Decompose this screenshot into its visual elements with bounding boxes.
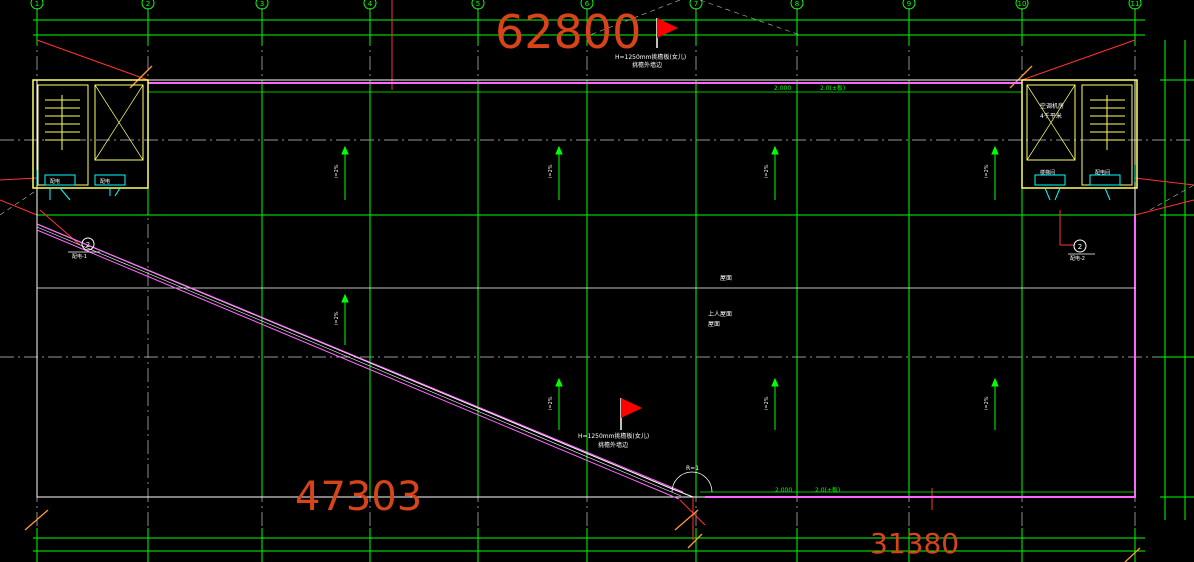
arc-label: R=1	[686, 465, 699, 472]
cad-drawing-canvas[interactable]: 1 2 3 4 5 6 7 8 9 10 11 配电 配电 楼梯间 配电间 空调…	[0, 0, 1194, 562]
gutter-label: 2.000	[775, 487, 792, 494]
dimension-ticks	[24, 65, 1141, 562]
axis-label: 7	[694, 0, 698, 8]
slope-label: i=2%	[548, 164, 554, 178]
slope-label: i=2%	[334, 164, 340, 178]
stair-label: 配电间	[1095, 169, 1110, 176]
axis-bubble: 3	[255, 0, 269, 10]
gutter-label: 2.0(±板)	[815, 486, 840, 494]
room-label: 空调机房	[1040, 102, 1064, 110]
axis-bubble: 2	[141, 0, 155, 10]
roof-note: 屋面	[708, 321, 720, 328]
room-label-sub: 4千平米	[1040, 112, 1062, 120]
dimension-total-top: 62800	[495, 5, 641, 59]
right-stair-core: 楼梯间 配电间 空调机房 4千平米	[1021, 79, 1138, 189]
slope-label: i=2%	[764, 164, 770, 178]
dimension-bottom-left: 47303	[295, 474, 422, 520]
axis-bubble: 4	[363, 0, 377, 10]
corner-arc	[671, 471, 713, 493]
stair-label: 配电	[100, 178, 110, 185]
axis-bubble: 7	[689, 0, 703, 10]
axis-bubble: 9	[902, 0, 916, 10]
gutter-label: 2.000	[774, 85, 791, 92]
axis-label: 5	[476, 0, 480, 8]
balloon-number: 2	[86, 241, 90, 249]
floor-plan-drawing: 1 2 3 4 5 6 7 8 9 10 11 配电 配电 楼梯间 配电间 空调…	[0, 0, 1194, 562]
door-markers	[36, 165, 1136, 201]
dimension-grid	[33, 12, 1194, 562]
diagonal-parapet	[36, 223, 684, 500]
slope-label: i=2%	[334, 311, 340, 325]
flag-icon	[656, 18, 678, 48]
detail-balloon[interactable]: 2 配电-2	[1068, 239, 1095, 262]
axis-bubble: 10	[1015, 0, 1029, 10]
balloon-sub: 配电-1	[72, 253, 87, 260]
slope-label: i=2%	[984, 396, 990, 410]
detail-balloon[interactable]: 2 配电-1	[68, 237, 100, 260]
projection-lines	[0, 0, 1194, 540]
slope-label: i=2%	[548, 396, 554, 410]
axis-bubble: 5	[471, 0, 485, 10]
annotations: H=1250mm挑檐板(女儿) 挑檐外墙边 H=1250mm挑檐板(女儿) 挑檐…	[578, 53, 845, 494]
axis-bubble: 11	[1128, 0, 1142, 10]
axis-label: 4	[368, 0, 373, 8]
flag-note-sub: 挑檐外墙边	[632, 61, 662, 69]
roof-label: 屋面	[720, 275, 732, 282]
axis-label: 11	[1131, 0, 1140, 8]
axis-label: 9	[907, 0, 911, 8]
dimension-bottom-right: 31380	[870, 527, 959, 560]
left-stair-core: 配电 配电	[32, 79, 149, 189]
axis-label: 1	[35, 0, 39, 8]
axis-label: 2	[146, 0, 150, 8]
axis-label: 3	[260, 0, 264, 8]
axis-label: 10	[1018, 0, 1027, 8]
flag-icon	[620, 398, 642, 430]
slope-arrows	[341, 145, 999, 430]
slope-label: i=2%	[984, 164, 990, 178]
axis-bubble: 1	[30, 0, 44, 10]
axis-bubble: 8	[790, 0, 804, 10]
axis-lines	[0, 8, 1194, 562]
axis-label: 8	[795, 0, 799, 8]
slope-label: i=2%	[764, 396, 770, 410]
balloon-sub: 配电-2	[1070, 255, 1085, 262]
flag-note: H=1250mm挑檐板(女儿)	[615, 53, 686, 61]
balloon-number: 2	[1078, 243, 1082, 251]
roof-note: 上人屋面	[708, 310, 732, 318]
stair-label: 楼梯间	[1040, 169, 1055, 176]
flag-note: H=1250mm挑檐板(女儿)	[578, 432, 649, 440]
gutter-label: 2.0(±板)	[820, 84, 845, 92]
flag-note-sub: 挑檐外墙边	[598, 441, 628, 449]
stair-label: 配电	[50, 178, 60, 185]
slope-labels: i=2% i=2% i=2% i=2% i=2% i=2% i=2% i=2%	[334, 164, 990, 410]
